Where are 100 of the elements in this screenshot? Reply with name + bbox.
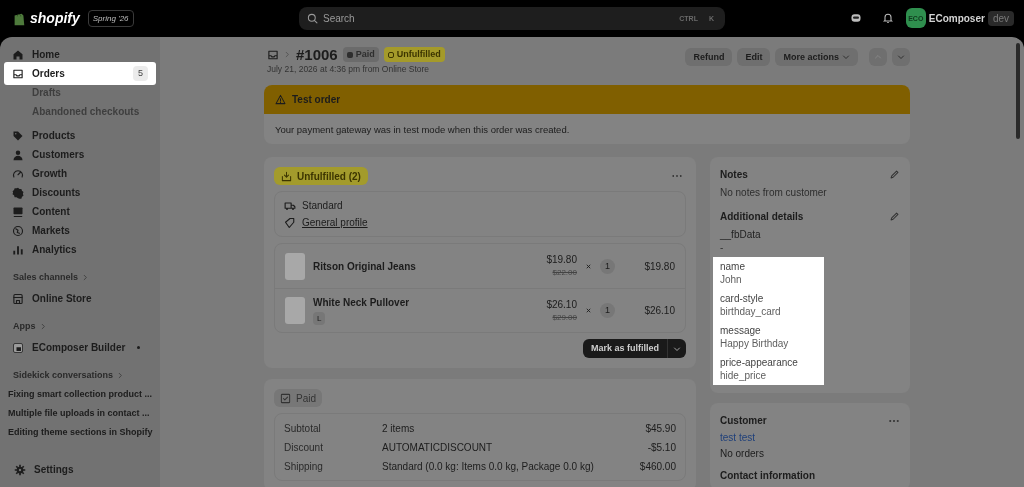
summary-detail: 2 items	[382, 422, 416, 435]
chevron-right-icon	[39, 323, 47, 330]
original-price: $22.00	[552, 267, 577, 279]
edit-icon	[889, 169, 900, 180]
quantity-badge: 1	[600, 303, 615, 318]
sidebar-item[interactable]: Orders 5	[4, 62, 156, 85]
summary-amount: -$5.10	[647, 441, 676, 454]
person-icon	[12, 148, 24, 161]
detail-value: hide_price	[720, 369, 768, 382]
chevron-down-icon	[673, 344, 681, 353]
inbox-icon	[267, 48, 279, 61]
card-title: Additional details	[720, 210, 804, 223]
detail-value: -	[720, 241, 725, 254]
summary-detail: AUTOMATICDISCOUNT	[382, 441, 494, 454]
action-button[interactable]: Refund	[685, 48, 733, 66]
profile-link[interactable]: General profile	[302, 216, 368, 229]
status-badge: Unfulfilled	[383, 47, 445, 62]
next-order-button[interactable]	[892, 48, 910, 66]
detail-value: birthday_card	[720, 305, 782, 318]
banner-title: Test order	[292, 93, 341, 106]
sidebar-item[interactable]: Products	[4, 126, 156, 145]
summary-label: Shipping	[284, 460, 324, 473]
detail-key: message	[720, 324, 817, 337]
line-total: $26.10	[643, 304, 675, 317]
action-button[interactable]: More actions	[775, 48, 858, 66]
summary-label: Subtotal	[284, 422, 322, 435]
globe-icon	[12, 224, 24, 237]
account-name[interactable]: EComposer	[928, 11, 985, 25]
card-title: Customer	[720, 414, 767, 427]
conversation-link[interactable]: Fixing smart collection product ...	[4, 385, 157, 404]
conversation-link[interactable]: Multiple file uploads in contact ...	[4, 404, 154, 423]
sidebar-item[interactable]: Growth	[4, 164, 156, 183]
card-title: Notes	[720, 168, 748, 181]
order-date: July 21, 2026 at 4:36 pm from Online Store	[266, 63, 431, 76]
bar-chart-icon	[12, 243, 24, 256]
sidebar-item[interactable]: Home	[4, 45, 156, 64]
sidebar-item[interactable]: Content	[4, 202, 156, 221]
status-badge: Paid	[342, 47, 379, 62]
storefront-icon	[12, 292, 24, 305]
checkbox-icon	[280, 392, 291, 404]
status-badge: Paid	[274, 389, 322, 407]
line-total: $19.80	[643, 259, 675, 273]
sidebar-item[interactable]: Discounts	[4, 183, 156, 202]
conversation-link[interactable]: Editing theme sections in Shopify	[4, 423, 157, 442]
brand-name: shopify	[30, 12, 80, 25]
box-icon	[281, 170, 292, 182]
scrollbar[interactable]	[1016, 43, 1020, 139]
home-icon	[12, 48, 24, 61]
count-badge: 5	[133, 66, 148, 81]
action-button[interactable]: Edit	[737, 48, 771, 66]
warning-icon	[275, 94, 286, 105]
unit-price: $19.80	[546, 253, 577, 266]
summary-label: Discount	[284, 441, 324, 454]
detail-key: name	[720, 260, 817, 273]
detail-value: John	[720, 273, 743, 286]
unit-price: $26.10	[546, 297, 577, 311]
search-icon	[307, 13, 318, 24]
notes-text: No notes from customer	[719, 186, 828, 199]
monitor-icon	[12, 205, 24, 218]
settings-link[interactable]: Settings	[4, 460, 156, 479]
variant-badge: L	[313, 312, 326, 325]
section-heading[interactable]: Sales channels	[13, 271, 79, 284]
gauge-icon	[12, 167, 24, 180]
customer-link[interactable]: test test	[710, 431, 765, 444]
multiply-icon	[585, 262, 592, 270]
detail-key: price-appearance	[720, 356, 817, 369]
chevron-right-icon	[284, 51, 291, 58]
inbox-icon	[12, 67, 24, 80]
card-title: Contact information	[719, 469, 816, 482]
status-badge: Unfulfilled (2)	[274, 167, 368, 185]
detail-key: card-style	[720, 292, 817, 305]
summary-amount: $45.90	[645, 422, 676, 435]
store-badge: dev	[987, 10, 1014, 26]
search-input[interactable]: Search	[323, 12, 672, 25]
section-heading[interactable]: Apps	[13, 320, 36, 333]
original-price: $29.00	[552, 311, 577, 324]
sidebar-item[interactable]: Markets	[4, 221, 156, 240]
multiply-icon	[585, 307, 592, 314]
chevron-down-icon	[842, 53, 850, 61]
product-name[interactable]: Ritson Original Jeans	[313, 259, 416, 273]
detail-value: Happy Birthday	[720, 337, 790, 350]
sidebar-item[interactable]: Customers	[4, 145, 156, 164]
product-name[interactable]: White Neck Pullover	[313, 296, 410, 309]
chevron-right-icon	[117, 372, 125, 379]
edition-badge: Spring '26	[87, 10, 134, 27]
sidebar-item[interactable]: Online Store	[4, 289, 156, 308]
sidebar-item[interactable]: Analytics	[4, 240, 156, 259]
edit-icon	[889, 211, 900, 222]
product-photo-placeholder	[285, 297, 305, 324]
truck-icon	[284, 199, 296, 212]
summary-amount: $460.00	[639, 460, 676, 473]
chevron-down-icon	[897, 53, 905, 61]
order-count: No orders	[719, 447, 765, 460]
quantity-badge: 1	[600, 258, 615, 274]
detail-key: __fbData	[720, 228, 817, 241]
product-photo-placeholder	[285, 252, 305, 280]
banner-text: Your payment gateway was in test mode when this order was created.	[274, 122, 571, 137]
section-heading[interactable]: Sidekick conversations	[13, 369, 114, 382]
chevron-right-icon	[82, 274, 90, 281]
sidebar-item[interactable]: EComposer Builder	[4, 338, 156, 357]
